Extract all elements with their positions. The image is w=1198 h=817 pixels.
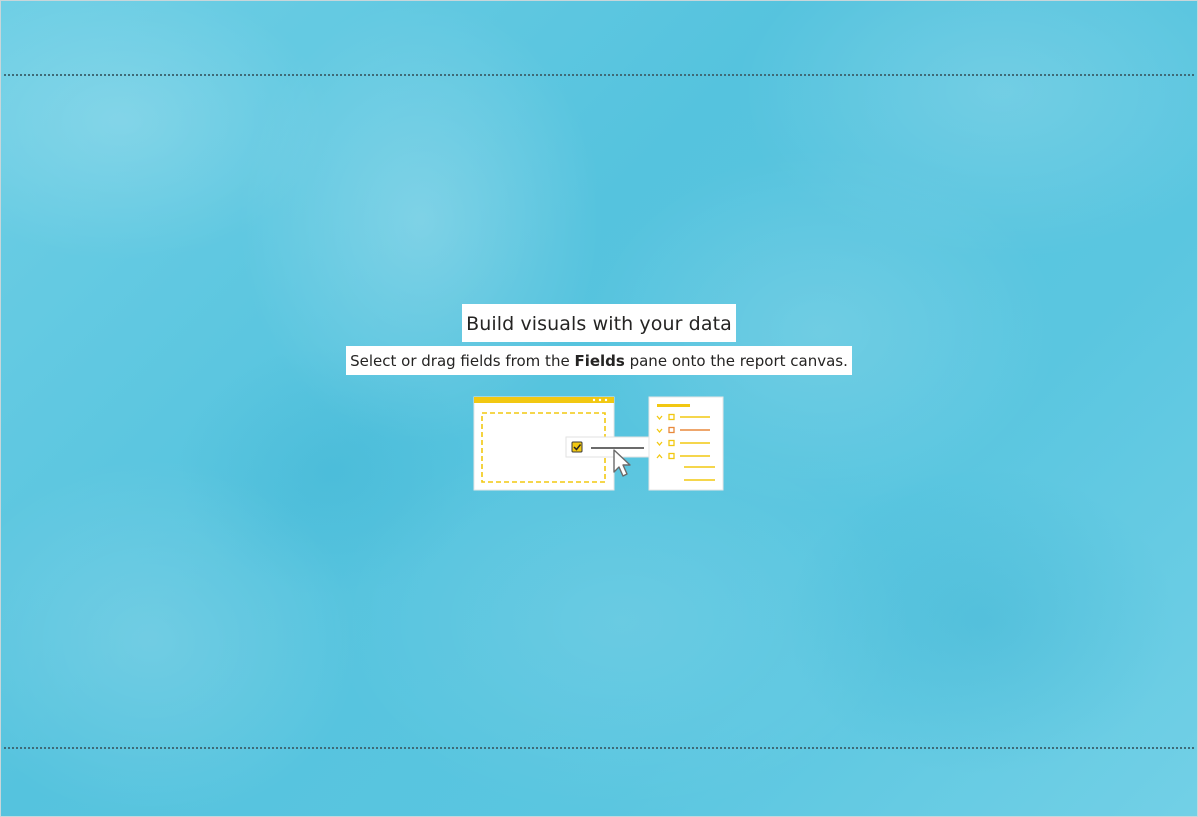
fields-pane-icon [648,396,724,491]
dragged-field-chip [565,436,651,458]
empty-state: Build visuals with your data Select or d… [1,304,1197,492]
page-margin-guide-top [4,74,1194,76]
page-margin-guide-bottom [4,747,1194,749]
subtitle-fields-emphasis: Fields [574,352,625,370]
report-canvas[interactable]: Build visuals with your data Select or d… [0,0,1198,817]
empty-state-subtitle: Select or drag fields from the Fields pa… [346,346,852,375]
subtitle-text-before: Select or drag fields from the [350,352,575,370]
checkbox-icon [571,441,583,453]
empty-state-title: Build visuals with your data [462,304,736,342]
drag-fields-illustration [473,396,725,492]
subtitle-text-after: pane onto the report canvas. [624,352,848,370]
